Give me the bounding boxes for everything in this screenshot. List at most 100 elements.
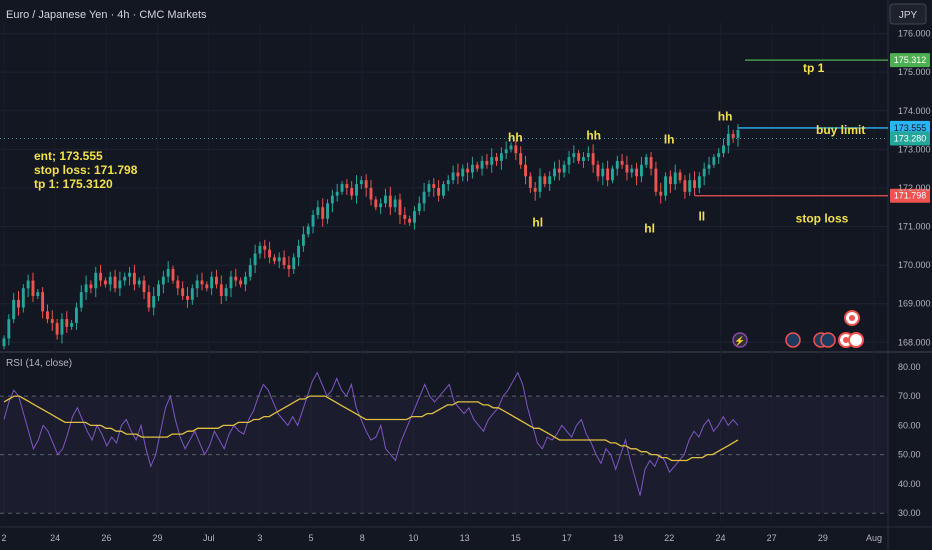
candle-body bbox=[181, 288, 185, 296]
candle-body bbox=[301, 234, 305, 246]
candle-body bbox=[610, 168, 614, 181]
candle-body bbox=[731, 133, 735, 138]
candle-body bbox=[2, 338, 6, 347]
level-label: 173.280 bbox=[894, 134, 927, 144]
candle-body bbox=[248, 265, 252, 277]
time-tick-label: 24 bbox=[715, 533, 725, 543]
annotation-label: tp 1 bbox=[803, 61, 825, 75]
candle-body bbox=[287, 265, 291, 269]
candle-body bbox=[186, 295, 189, 300]
level-label: 175.312 bbox=[894, 55, 927, 65]
candle-body bbox=[364, 180, 368, 188]
candle-body bbox=[277, 257, 281, 262]
candle-body bbox=[615, 160, 619, 169]
candle-body bbox=[379, 203, 383, 208]
candle-body bbox=[490, 157, 494, 165]
candle-body bbox=[123, 276, 127, 281]
candle-body bbox=[548, 176, 552, 185]
candle-body bbox=[268, 249, 272, 258]
price-tick-label: 168.000 bbox=[898, 337, 931, 347]
event-flag-icon[interactable] bbox=[820, 332, 836, 348]
candle-body bbox=[137, 280, 141, 285]
candle-body bbox=[215, 276, 218, 285]
candle-body bbox=[50, 319, 54, 323]
candle-body bbox=[17, 299, 20, 308]
candle-body bbox=[70, 322, 74, 327]
candle-body bbox=[461, 168, 465, 177]
event-target-icon[interactable] bbox=[848, 332, 864, 348]
candle-body bbox=[475, 164, 479, 169]
candle-body bbox=[707, 164, 711, 169]
candle-body bbox=[572, 153, 576, 158]
candle-body bbox=[316, 207, 320, 215]
price-tick-label: 171.000 bbox=[898, 222, 931, 232]
candle-body bbox=[65, 319, 69, 327]
currency-button[interactable]: JPY bbox=[889, 3, 927, 25]
candle-body bbox=[712, 157, 716, 165]
candle-body bbox=[514, 145, 518, 154]
candle-body bbox=[635, 168, 639, 177]
candle-body bbox=[601, 168, 605, 177]
currency-label: JPY bbox=[899, 10, 918, 21]
candle-body bbox=[239, 280, 243, 285]
trading-chart[interactable]: 175.312173.555173.280171.798 hh hh lhhhhl h… bbox=[0, 0, 932, 550]
candle-body bbox=[292, 257, 296, 269]
candle-body bbox=[485, 160, 489, 165]
candle-body bbox=[688, 180, 692, 192]
candle-body bbox=[253, 253, 257, 266]
candle-body bbox=[726, 133, 730, 146]
candle-body bbox=[79, 292, 83, 308]
candle-body bbox=[586, 153, 590, 158]
price-tick-label: 174.000 bbox=[898, 106, 931, 116]
candle-body bbox=[99, 272, 103, 281]
candle-body bbox=[722, 145, 725, 154]
annotation-label: hh bbox=[718, 109, 733, 123]
annotation-label: hl bbox=[532, 216, 543, 230]
candle-body bbox=[297, 245, 301, 258]
time-tick-label: 29 bbox=[153, 533, 163, 543]
price-tick-label: 169.000 bbox=[898, 299, 931, 309]
annotation-label: lh bbox=[664, 133, 675, 147]
candle-body bbox=[108, 276, 112, 285]
candle-body bbox=[456, 172, 460, 177]
annotation-label: hh bbox=[586, 129, 601, 143]
candle-body bbox=[393, 199, 397, 208]
note-entry: ent; 173.555 bbox=[34, 149, 103, 163]
event-flag-icon[interactable] bbox=[785, 332, 801, 348]
candle-body bbox=[673, 172, 677, 185]
candle-body bbox=[427, 184, 431, 192]
candle-body bbox=[639, 164, 643, 177]
candle-body bbox=[384, 195, 387, 204]
candle-body bbox=[528, 176, 532, 188]
candle-body bbox=[103, 280, 107, 285]
candle-body bbox=[132, 272, 136, 285]
candle-body bbox=[306, 226, 310, 235]
candle-body bbox=[432, 184, 436, 188]
candle-body bbox=[36, 292, 40, 296]
candle-body bbox=[190, 288, 194, 300]
time-tick-label: 3 bbox=[257, 533, 262, 543]
candle-body bbox=[504, 149, 508, 154]
time-tick-label: 15 bbox=[511, 533, 521, 543]
note-take-profit: tp 1: 175.3120 bbox=[34, 177, 113, 191]
candle-body bbox=[224, 288, 228, 296]
time-tick-label: 10 bbox=[408, 533, 418, 543]
candle-body bbox=[591, 153, 595, 165]
annotation-label: hh bbox=[508, 131, 523, 145]
candle-body bbox=[577, 153, 581, 161]
rsi-tick-label: 50.00 bbox=[898, 450, 921, 460]
time-tick-label: 5 bbox=[309, 533, 314, 543]
time-tick-label: 8 bbox=[360, 533, 365, 543]
candle-body bbox=[157, 284, 160, 296]
time-tick-label: 22 bbox=[664, 533, 674, 543]
candle-body bbox=[664, 176, 668, 196]
candle-body bbox=[509, 145, 513, 150]
candle-body bbox=[89, 284, 93, 289]
candle-body bbox=[359, 180, 363, 185]
rsi-tick-label: 40.00 bbox=[898, 479, 921, 489]
rsi-tick-label: 60.00 bbox=[898, 420, 921, 430]
time-tick-label: 24 bbox=[50, 533, 60, 543]
candle-body bbox=[142, 280, 146, 293]
candle-body bbox=[533, 187, 537, 192]
time-tick-label: 27 bbox=[767, 533, 777, 543]
